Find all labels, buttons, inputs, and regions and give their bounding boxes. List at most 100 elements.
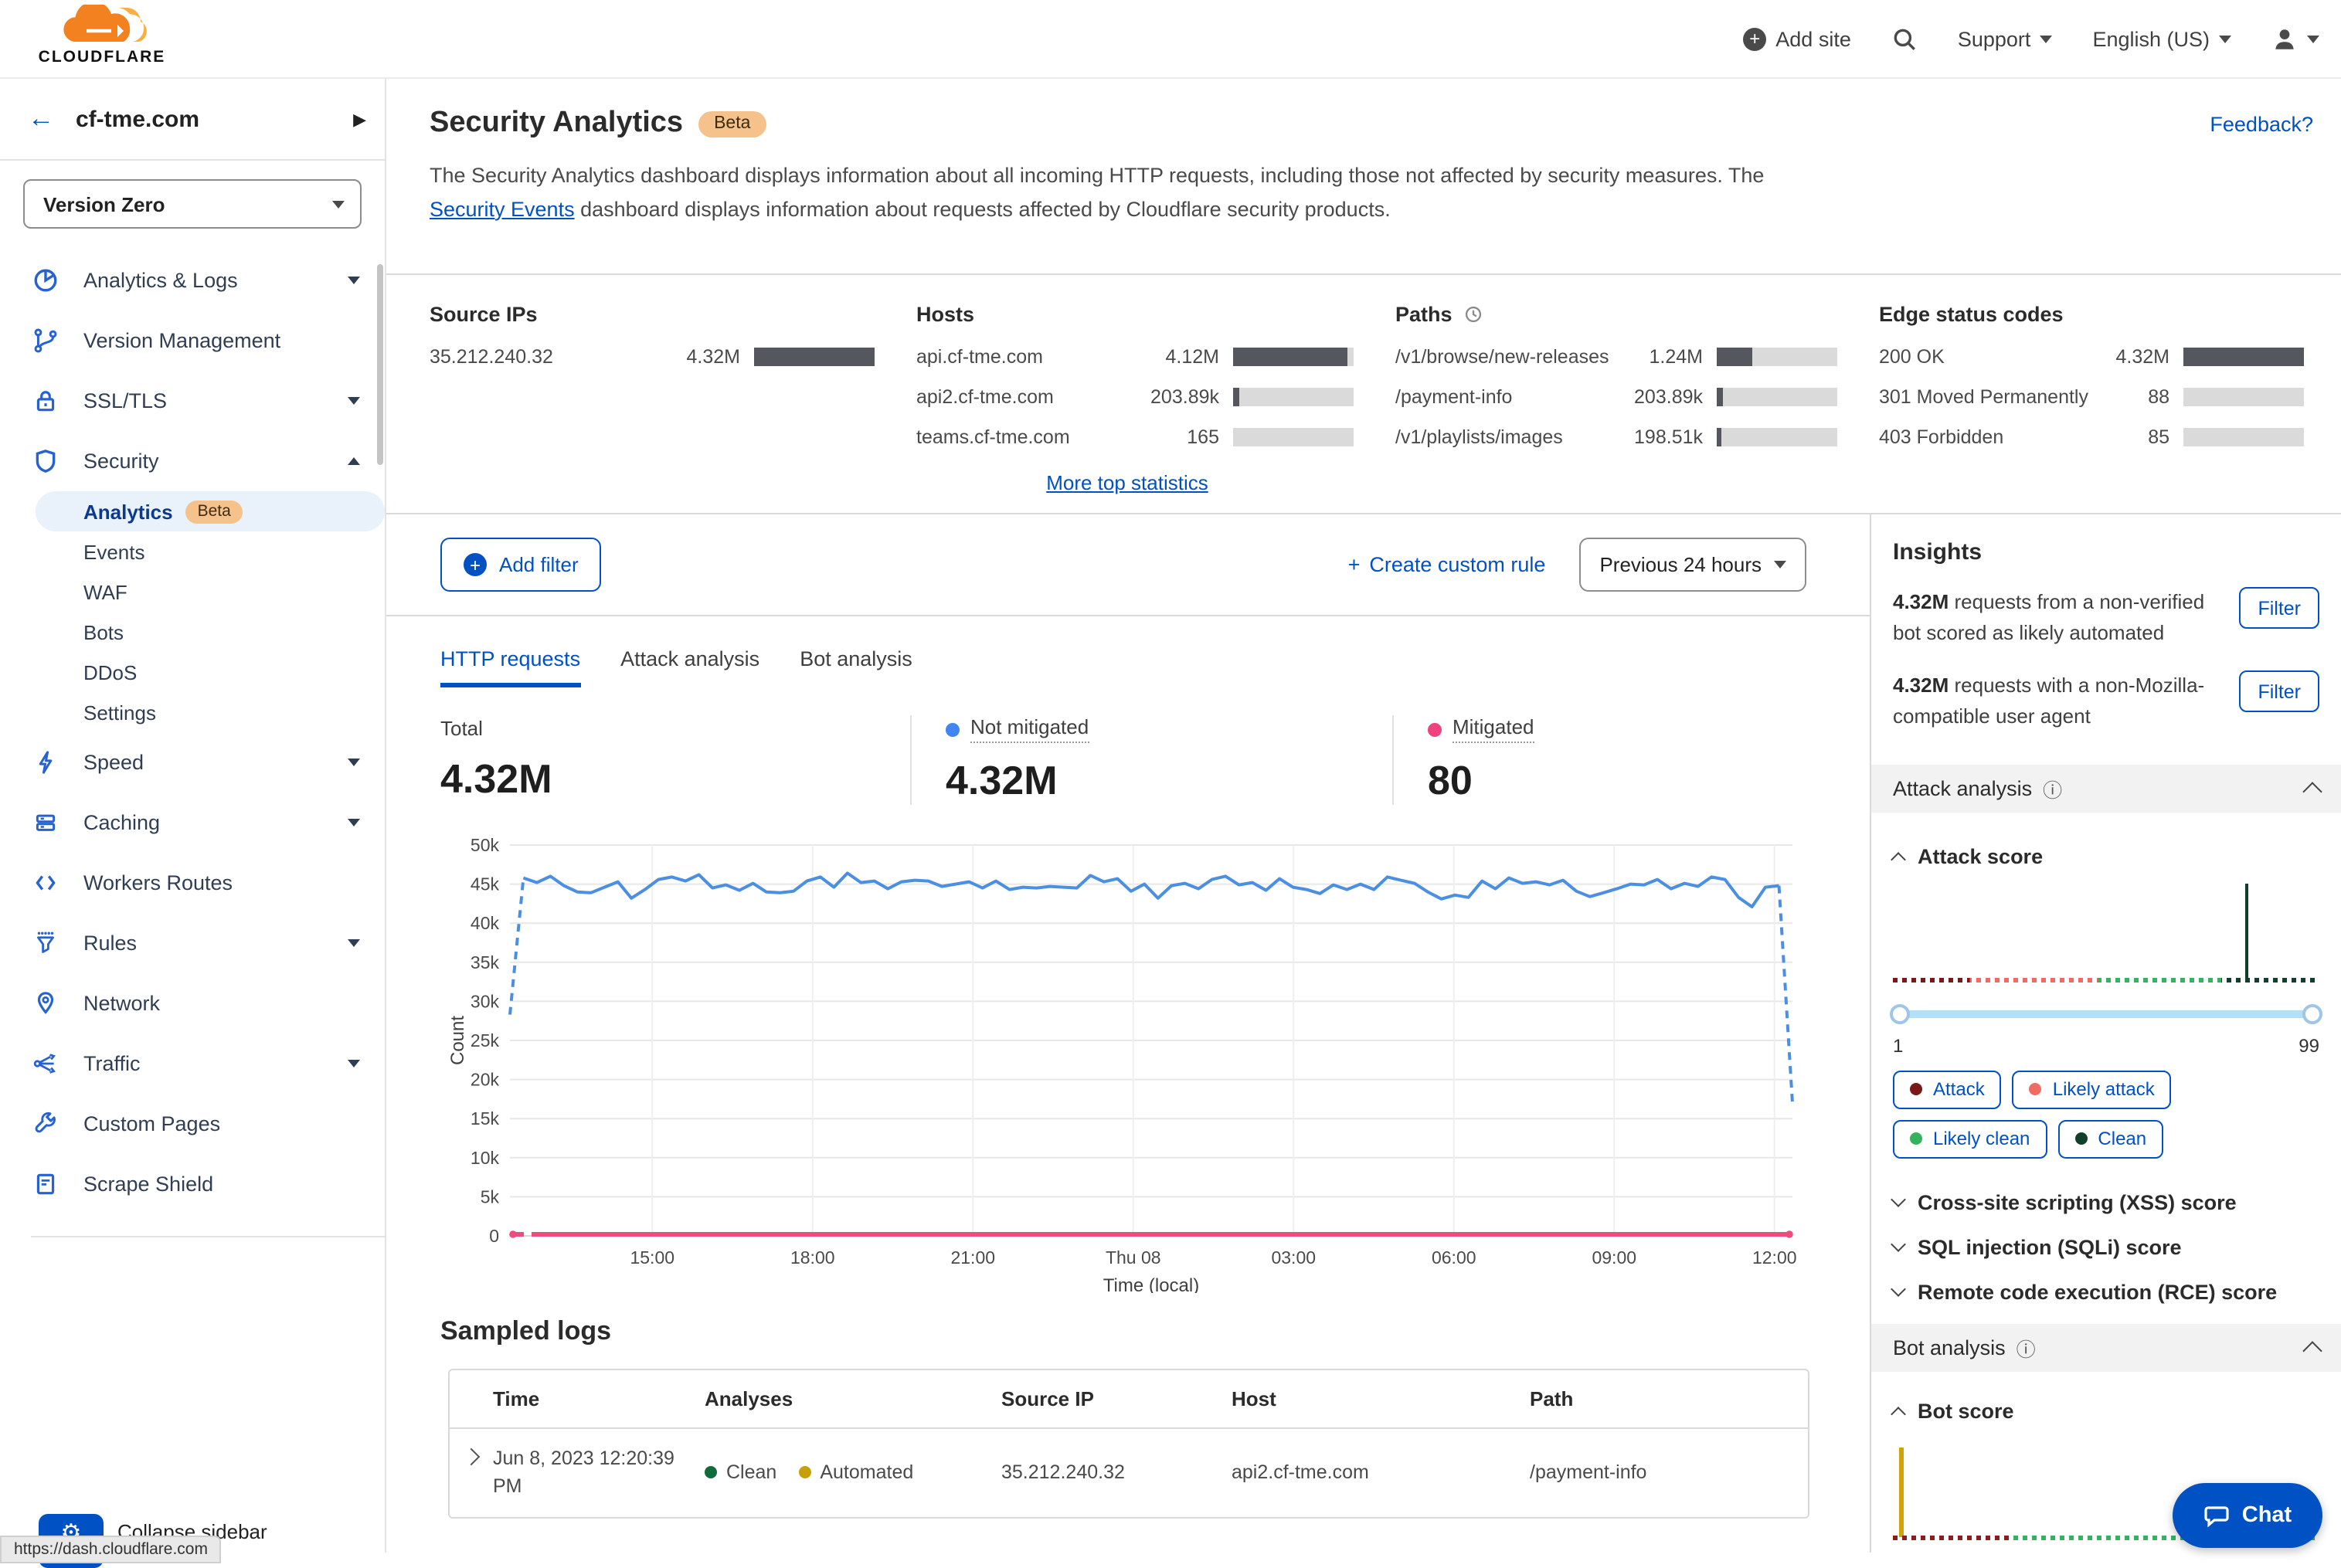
- more-top-statistics-link[interactable]: More top statistics: [1046, 471, 1208, 494]
- bot-score-toggle[interactable]: Bot score: [1891, 1399, 2319, 1422]
- legend-pill-likely-attack[interactable]: Likely attack: [2012, 1070, 2172, 1109]
- slider-track[interactable]: [1893, 1010, 2319, 1019]
- collapsed-section-remote-code-execution-rce-score[interactable]: Remote code execution (RCE) score: [1891, 1269, 2319, 1314]
- stat-row[interactable]: /v1/playlists/images 198.51k: [1395, 426, 1837, 448]
- legend-pill-attack[interactable]: Attack: [1893, 1070, 2002, 1109]
- sidebar-subitem-bots[interactable]: Bots: [0, 612, 385, 652]
- top-statistics: More top statistics Source IPs 35.212.240…: [386, 275, 2341, 514]
- cloudflare-cloud-icon: [63, 5, 147, 42]
- stat-column-title: Paths: [1395, 303, 1453, 326]
- cloudflare-logo-text: CLOUDFLARE: [38, 48, 166, 66]
- sidebar-item-caching[interactable]: Caching: [0, 792, 385, 853]
- svg-text:Count: Count: [447, 1015, 468, 1064]
- sidebar-scrollbar[interactable]: [377, 264, 383, 465]
- info-icon[interactable]: ⓘ: [2043, 773, 2062, 803]
- svg-text:15:00: 15:00: [630, 1247, 674, 1267]
- legend-dot-icon: [1910, 1083, 1922, 1096]
- insight-filter-button[interactable]: Filter: [2239, 670, 2319, 713]
- chevron-right-icon[interactable]: ▶: [353, 109, 366, 129]
- legend-pill-clean[interactable]: Clean: [2057, 1119, 2164, 1159]
- sidebar-item-version-management[interactable]: Version Management: [0, 311, 385, 371]
- feedback-link[interactable]: Feedback?: [2210, 113, 2313, 136]
- tab-http-requests[interactable]: HTTP requests: [440, 647, 581, 687]
- info-icon[interactable]: ⓘ: [2017, 1332, 2036, 1362]
- sidebar-item-label: SSL/TLS: [83, 389, 168, 412]
- sidebar-item-security[interactable]: Security: [0, 431, 385, 491]
- stat-row[interactable]: 301 Moved Permanently 88: [1879, 386, 2304, 408]
- cell-host: api2.cf-tme.com: [1232, 1461, 1369, 1484]
- cell-time: Jun 8, 2023 12:20:39 PM: [493, 1447, 674, 1498]
- sidebar-subitem-analytics[interactable]: Analytics Beta: [36, 491, 385, 531]
- sidebar-item-scrape-shield[interactable]: Scrape Shield: [0, 1154, 385, 1214]
- search-button[interactable]: [1891, 25, 1918, 52]
- account-menu[interactable]: [2271, 25, 2319, 52]
- chevron-down-icon: [348, 277, 360, 284]
- collapsed-section-label: Cross-site scripting (XSS) score: [1918, 1190, 2237, 1214]
- stat-value: 85: [2148, 426, 2169, 448]
- tab-bot-analysis[interactable]: Bot analysis: [800, 647, 912, 687]
- collapsed-section-sql-injection-sqli-score[interactable]: SQL injection (SQLi) score: [1891, 1224, 2319, 1269]
- sidebar-subitem-label: Settings: [83, 701, 156, 724]
- slider-handle-min[interactable]: [1890, 1003, 1910, 1024]
- stat-label: teams.cf-tme.com: [916, 426, 1070, 448]
- sidebar-item-analytics-logs[interactable]: Analytics & Logs: [0, 250, 385, 311]
- time-range-select[interactable]: Previous 24 hours: [1579, 538, 1806, 592]
- stat-label: api2.cf-tme.com: [916, 386, 1054, 408]
- not-mitigated-label[interactable]: Not mitigated: [970, 715, 1089, 743]
- sidebar-item-label: Rules: [83, 932, 138, 955]
- sidebar-subitem-events[interactable]: Events: [0, 531, 385, 572]
- version-select[interactable]: Version Zero: [23, 179, 362, 229]
- stat-label: 35.212.240.32: [430, 346, 553, 368]
- legend-pill-likely-clean[interactable]: Likely clean: [1893, 1119, 2047, 1159]
- tab-attack-analysis[interactable]: Attack analysis: [620, 647, 759, 687]
- sidebar-item-label: Analytics & Logs: [83, 269, 238, 292]
- collapsed-section-cross-site-scripting-xss-score[interactable]: Cross-site scripting (XSS) score: [1891, 1179, 2319, 1224]
- sidebar-subitem-settings[interactable]: Settings: [0, 692, 385, 732]
- back-arrow-icon[interactable]: ←: [28, 104, 54, 134]
- add-site-button[interactable]: + Add site: [1743, 27, 1851, 50]
- insight-text: 4.32M requests with a non-Mozilla-compat…: [1893, 674, 2205, 728]
- stat-row[interactable]: api2.cf-tme.com 203.89k: [916, 386, 1354, 408]
- sidebar-item-network[interactable]: Network: [0, 973, 385, 1033]
- stat-row[interactable]: 200 OK 4.32M: [1879, 346, 2304, 368]
- svg-text:0: 0: [489, 1225, 499, 1245]
- stat-row[interactable]: /payment-info 203.89k: [1395, 386, 1837, 408]
- sidebar-item-traffic[interactable]: Traffic: [0, 1033, 385, 1094]
- create-custom-rule-link[interactable]: + Create custom rule: [1348, 553, 1546, 576]
- sidebar-item-speed[interactable]: Speed: [0, 732, 385, 792]
- attack-score-toggle[interactable]: Attack score: [1891, 844, 2319, 867]
- bot-analysis-header[interactable]: Bot analysis ⓘ: [1871, 1323, 2341, 1372]
- sidebar-subitem-ddos[interactable]: DDoS: [0, 652, 385, 692]
- attack-analysis-header[interactable]: Attack analysis ⓘ: [1871, 764, 2341, 813]
- language-menu[interactable]: English (US): [2092, 27, 2231, 50]
- stat-row[interactable]: /v1/browse/new-releases 1.24M: [1395, 346, 1837, 368]
- stat-row[interactable]: 35.212.240.32 4.32M: [430, 346, 875, 368]
- sidebar-item-rules[interactable]: Rules: [0, 913, 385, 973]
- sidebar-subitem-label: WAF: [83, 580, 127, 603]
- line-chart[interactable]: 0 5k 10k 15k 20k 25k 30k 35k 40k 45k 50k 15:00 18:00…: [445, 826, 1805, 1295]
- insight-filter-button[interactable]: Filter: [2239, 587, 2319, 629]
- stat-row[interactable]: 403 Forbidden 85: [1879, 426, 2304, 448]
- cloudflare-logo[interactable]: CLOUDFLARE: [25, 5, 179, 66]
- support-menu[interactable]: Support: [1958, 27, 2053, 50]
- sidebar-item-ssl-tls[interactable]: SSL/TLS: [0, 371, 385, 431]
- chat-button[interactable]: Chat: [2173, 1483, 2322, 1548]
- mitigated-label[interactable]: Mitigated: [1453, 715, 1534, 743]
- collapse-sidebar-row: ⚙ Collapse sidebar https://dash.cloudfla…: [0, 1491, 385, 1568]
- stat-row[interactable]: teams.cf-tme.com 165: [916, 426, 1354, 448]
- create-custom-rule-label: Create custom rule: [1369, 553, 1546, 576]
- sidebar-item-workers-routes[interactable]: Workers Routes: [0, 853, 385, 913]
- table-row[interactable]: Jun 8, 2023 12:20:39 PM Clean Automated 35.…: [450, 1428, 1808, 1517]
- legend-dot-icon: [2029, 1083, 2042, 1096]
- filter-bar: + Add filter + Create custom rule Previou…: [386, 514, 1870, 616]
- security-events-link[interactable]: Security Events: [430, 198, 575, 221]
- caret-down-icon: [2219, 35, 2231, 42]
- sidebar-item-custom-pages[interactable]: Custom Pages: [0, 1094, 385, 1154]
- sidebar-subitem-waf[interactable]: WAF: [0, 572, 385, 612]
- slider-handle-max[interactable]: [2302, 1003, 2322, 1024]
- caret-down-icon: [1774, 561, 1786, 568]
- sampled-logs-section: Sampled logs Time Analyses Source IP Host Pa…: [386, 1315, 1870, 1519]
- svg-text:10k: 10k: [471, 1147, 500, 1167]
- add-filter-button[interactable]: + Add filter: [440, 538, 602, 592]
- stat-row[interactable]: api.cf-tme.com 4.12M: [916, 346, 1354, 368]
